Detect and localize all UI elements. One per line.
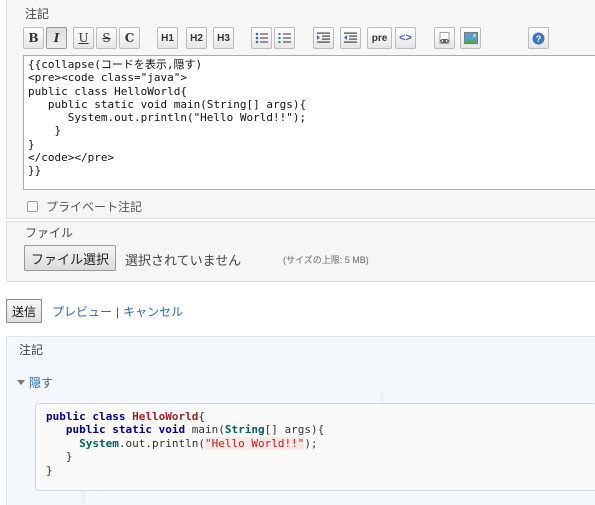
heading1-icon: H1: [161, 32, 174, 44]
help-button[interactable]: ?: [528, 27, 549, 49]
code-brackets-icon: <>: [399, 32, 412, 44]
inline-code-button[interactable]: C: [119, 27, 140, 49]
notes-textarea[interactable]: {{collapse(コードを表示,隠す) <pre><code class="…: [23, 55, 595, 190]
preview-legend: 注記: [19, 343, 44, 357]
code-token: [] args){: [264, 423, 325, 437]
preview-fieldset: ☓ ☓ 注記 隠す public class HelloWorld{ publi…: [6, 336, 595, 505]
heading2-icon: H2: [190, 32, 203, 44]
private-note-label: プライベート注記: [46, 200, 143, 214]
code-token: "Hello World!!": [204, 436, 305, 450]
indent-button[interactable]: [313, 27, 334, 49]
private-note-option[interactable]: プライベート注記: [27, 198, 142, 215]
code-highlight-button[interactable]: <>: [395, 27, 416, 49]
svg-text:?: ?: [536, 34, 542, 44]
help-icon: ?: [532, 32, 545, 44]
heading3-button[interactable]: H3: [213, 27, 234, 49]
numbered-list-icon: [278, 33, 291, 43]
link-icon: [439, 31, 450, 44]
link-button[interactable]: [434, 27, 455, 49]
code-token: {: [198, 410, 205, 423]
choose-file-button[interactable]: ファイル選択: [24, 245, 117, 271]
image-button[interactable]: [460, 27, 481, 49]
heading3-icon: H3: [217, 32, 230, 44]
outdent-button[interactable]: [340, 27, 361, 49]
image-icon: [463, 32, 478, 44]
code-token: public static void: [65, 423, 186, 437]
action-links: プレビュー | キャンセル: [52, 303, 183, 320]
italic-icon: I: [53, 31, 60, 45]
code-token: main(: [191, 423, 225, 437]
file-legend: ファイル: [25, 226, 74, 240]
code-token: }: [46, 463, 53, 477]
pre-icon: pre: [371, 32, 388, 44]
heading1-button[interactable]: H1: [157, 27, 178, 49]
pre-button[interactable]: pre: [367, 27, 392, 49]
file-fieldset: ファイル ファイル選択 選択されていません (サイズの上限: 5 MB): [6, 221, 595, 282]
code-token: );: [304, 436, 318, 450]
bold-icon: B: [28, 31, 39, 45]
bold-button[interactable]: B: [23, 27, 44, 49]
code-content: public class HelloWorld{ public static v…: [46, 410, 585, 477]
heading2-button[interactable]: H2: [186, 27, 207, 49]
no-file-selected-text: 選択されていません: [125, 253, 242, 268]
outdent-icon: [344, 32, 357, 43]
code-c-icon: C: [124, 31, 135, 45]
numbered-list-button[interactable]: [274, 27, 295, 49]
link-separator: |: [116, 305, 120, 319]
caret-down-icon: [17, 380, 25, 385]
code-token: .out.println(: [118, 436, 205, 450]
preview-link[interactable]: プレビュー: [52, 305, 112, 319]
italic-button[interactable]: I: [46, 27, 67, 49]
code-token: String: [224, 423, 265, 437]
code-token: }: [65, 450, 73, 464]
strikethrough-icon: S: [102, 31, 111, 45]
collapse-toggle[interactable]: 隠す: [17, 374, 53, 391]
code-token: System: [79, 436, 119, 450]
notes-fieldset: 注記 B I U S C H1 H2 H3 pre <> ? {{collaps…: [6, 0, 595, 219]
underline-button[interactable]: U: [73, 27, 94, 49]
strikethrough-button[interactable]: S: [96, 27, 117, 49]
code-block: public class HelloWorld{ public static v…: [35, 403, 595, 491]
notes-legend: 注記: [25, 7, 50, 21]
bullet-list-icon: [255, 32, 268, 44]
private-note-checkbox[interactable]: [27, 201, 38, 212]
underline-icon: U: [78, 31, 89, 45]
code-token: public class: [46, 410, 126, 423]
cancel-link[interactable]: キャンセル: [123, 305, 183, 319]
submit-button[interactable]: 送信: [6, 299, 43, 323]
bullet-list-button[interactable]: [251, 27, 272, 49]
indent-icon: [317, 32, 330, 43]
max-size-note: (サイズの上限: 5 MB): [283, 255, 369, 265]
code-token: HelloWorld: [132, 410, 199, 423]
collapse-toggle-label: 隠す: [29, 376, 54, 390]
